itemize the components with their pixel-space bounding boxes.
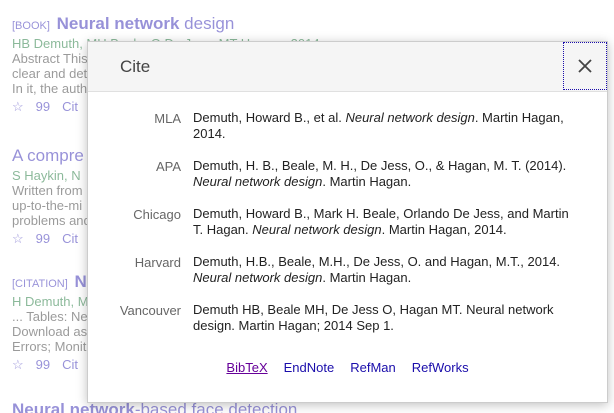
star-icon[interactable]: ☆ bbox=[12, 99, 24, 115]
citation-text-title: Neural network design bbox=[193, 174, 323, 189]
result-2-title-text: A compre bbox=[12, 146, 84, 165]
citation-format-label: Harvard bbox=[134, 255, 181, 270]
bibtex-link[interactable]: BibTeX bbox=[226, 360, 267, 375]
star-icon[interactable]: ☆ bbox=[12, 357, 24, 373]
result-1-title-bold: Neural network bbox=[56, 14, 180, 33]
close-button[interactable] bbox=[563, 42, 607, 90]
citation-row-harvard: Harvard Demuth, H.B., Beale, M.H., De Je… bbox=[88, 254, 609, 286]
citation-table: MLA Demuth, Howard B., et al. Neural net… bbox=[88, 110, 609, 350]
citation-row-vancouver: Vancouver Demuth HB, Beale MH, De Jess O… bbox=[88, 302, 609, 334]
result-1-tag: [BOOK] bbox=[12, 20, 50, 32]
citation-text[interactable]: Demuth, H. B., Beale, M. H., De Jess, O.… bbox=[193, 158, 578, 190]
cite-dialog-header: Cite bbox=[88, 42, 607, 92]
cite-link[interactable]: Cit bbox=[62, 99, 78, 115]
citation-text-pre: Demuth, H.B., Beale, M.H., De Jess, O. a… bbox=[193, 254, 561, 269]
citation-text[interactable]: Demuth HB, Beale MH, De Jess O, Hagan MT… bbox=[193, 302, 578, 334]
citation-text[interactable]: Demuth, H.B., Beale, M.H., De Jess, O. a… bbox=[193, 254, 578, 286]
quote-icon[interactable]: 99 bbox=[36, 231, 50, 247]
citation-text-pre: Demuth, H. B., Beale, M. H., De Jess, O.… bbox=[193, 158, 567, 173]
citation-text-title: Neural network design bbox=[193, 270, 323, 285]
cite-link[interactable]: Cit bbox=[62, 231, 78, 247]
close-x-icon bbox=[578, 59, 592, 73]
cite-link[interactable]: Cit bbox=[62, 357, 78, 373]
citation-text-pre: Demuth, Howard B., et al. bbox=[193, 110, 346, 125]
citation-format-label: Chicago bbox=[133, 207, 181, 222]
citation-text-pre: Demuth HB, Beale MH, De Jess O, Hagan MT… bbox=[193, 302, 554, 333]
citation-row-mla: MLA Demuth, Howard B., et al. Neural net… bbox=[88, 110, 609, 142]
quote-icon[interactable]: 99 bbox=[36, 357, 50, 373]
result-1-title-rest: design bbox=[179, 14, 235, 33]
citation-text-post: . Martin Hagan. bbox=[322, 270, 412, 285]
export-links: BibTeX EndNote RefMan RefWorks bbox=[88, 360, 607, 375]
result-1-title[interactable]: [BOOK] Neural network design bbox=[12, 14, 612, 34]
citation-row-apa: APA Demuth, H. B., Beale, M. H., De Jess… bbox=[88, 158, 609, 190]
citation-format-label: Vancouver bbox=[119, 303, 181, 318]
result-3-title-bold: N bbox=[74, 272, 87, 291]
citation-text[interactable]: Demuth, Howard B., et al. Neural network… bbox=[193, 110, 578, 142]
citation-format-label: APA bbox=[155, 159, 181, 174]
citation-text-title: Neural network design bbox=[345, 110, 475, 125]
cite-dialog-title: Cite bbox=[120, 57, 151, 76]
citation-text-post: . Martin Hagan, 2014. bbox=[381, 222, 507, 237]
endnote-link[interactable]: EndNote bbox=[284, 360, 335, 375]
citation-row-chicago: Chicago Demuth, Howard B., Mark H. Beale… bbox=[88, 206, 609, 238]
citation-format-label: MLA bbox=[154, 111, 181, 126]
citation-text[interactable]: Demuth, Howard B., Mark H. Beale, Orland… bbox=[193, 206, 578, 238]
star-icon[interactable]: ☆ bbox=[12, 231, 24, 247]
quote-icon[interactable]: 99 bbox=[36, 99, 50, 115]
refworks-link[interactable]: RefWorks bbox=[412, 360, 469, 375]
citation-text-post: . Martin Hagan. bbox=[322, 174, 412, 189]
cite-dialog: Cite MLA Demuth, Howard B., et al. Neura… bbox=[87, 41, 608, 403]
refman-link[interactable]: RefMan bbox=[350, 360, 396, 375]
citation-text-title: Neural network design bbox=[252, 222, 382, 237]
result-3-tag: [CITATION] bbox=[12, 278, 68, 290]
